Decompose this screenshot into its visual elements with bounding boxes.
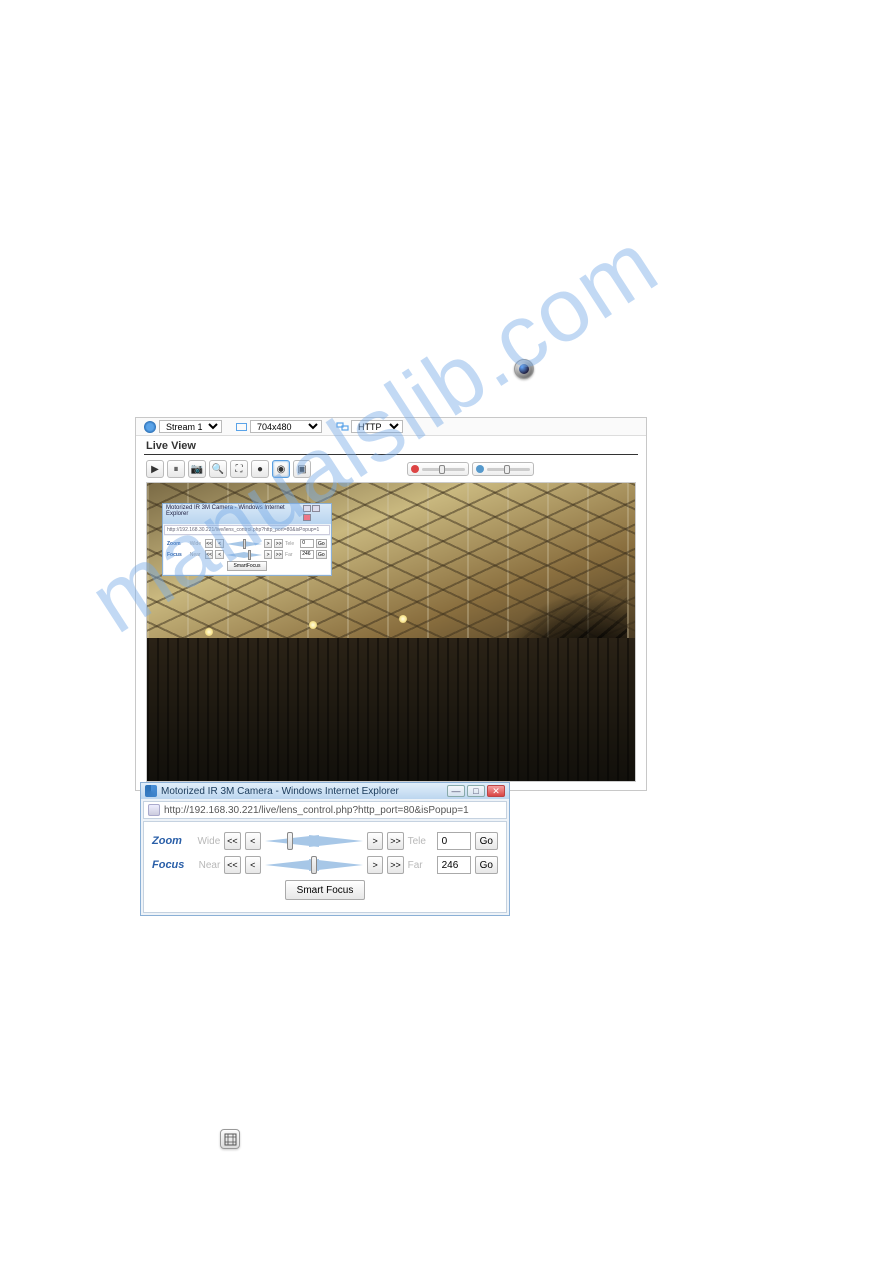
staircase-graphic: [447, 563, 627, 773]
mini-focus-slider[interactable]: [226, 551, 262, 559]
speaker-icon: [411, 465, 419, 473]
focus-slider[interactable]: [265, 857, 363, 873]
play-button[interactable]: ▶: [146, 460, 164, 478]
fit-to-window-icon: [220, 1129, 240, 1149]
mini-focus-in[interactable]: >: [264, 550, 273, 559]
mini-title-text: Motorized IR 3M Camera - Windows Interne…: [166, 505, 302, 523]
divider: [144, 454, 638, 455]
window-controls: — □ ✕: [447, 785, 505, 797]
mini-body: Zoom Wide << < > >> Tele 0 Go Focus Near…: [164, 536, 330, 574]
lamp-graphic: [309, 621, 317, 629]
protocol-icon: [336, 421, 348, 433]
ie-icon: [145, 785, 157, 797]
zoom-in-button[interactable]: >: [367, 832, 383, 850]
mini-zoom-out-fast[interactable]: <<: [205, 539, 214, 548]
audio-slider[interactable]: [407, 462, 469, 476]
stream-select[interactable]: Stream 1: [159, 420, 222, 433]
mini-focus-go[interactable]: Go: [316, 550, 327, 559]
far-label: Far: [408, 860, 433, 871]
mic-icon: [476, 465, 484, 473]
live-view-title: Live View: [136, 436, 646, 454]
popup-title-bar: Motorized IR 3M Camera - Windows Interne…: [141, 783, 509, 799]
zoom-slider[interactable]: [265, 833, 363, 849]
lamp-graphic: [205, 628, 213, 636]
mini-near-label: Near: [190, 552, 203, 558]
mini-tele-label: Tele: [285, 541, 298, 547]
fullscreen-button[interactable]: ⛶: [230, 460, 248, 478]
protocol-select[interactable]: HTTP: [351, 420, 403, 433]
mini-window-controls: [302, 505, 328, 523]
lens-control-icon: [514, 359, 534, 379]
lamp-graphic: [399, 615, 407, 623]
mini-focus-label: Focus: [167, 552, 188, 558]
size-group: 704x480: [236, 420, 322, 433]
minimize-button[interactable]: —: [447, 785, 465, 797]
mini-far-label: Far: [285, 552, 298, 558]
focus-out-fast-button[interactable]: <<: [224, 856, 240, 874]
fit-button[interactable]: ▣: [293, 460, 311, 478]
address-bar[interactable]: http://192.168.30.221/live/lens_control.…: [143, 801, 507, 819]
popup-title-text: Motorized IR 3M Camera - Windows Interne…: [161, 786, 443, 797]
mini-zoom-in[interactable]: >: [264, 539, 273, 548]
mini-zoom-in-fast[interactable]: >>: [274, 539, 283, 548]
live-view-panel: Stream 1 704x480 HTTP Live View ▶ ⏸ 📷 🔍 …: [135, 417, 647, 791]
control-bar: ▶ ⏸ 📷 🔍 ⛶ ● ◉ ▣: [136, 458, 646, 482]
popup-body: Zoom Wide << < > >> Tele Go Focus Near <…: [143, 821, 507, 913]
zoom-go-button[interactable]: Go: [475, 832, 498, 850]
zoom-value-input[interactable]: [437, 832, 471, 850]
record-button[interactable]: ●: [251, 460, 269, 478]
protocol-group: HTTP: [336, 420, 403, 433]
mini-smart-focus-button[interactable]: SmartFocus: [227, 561, 267, 571]
mini-url-bar: http://192.168.30.221/live/lens_control.…: [164, 525, 330, 535]
video-feed: Motorized IR 3M Camera - Windows Interne…: [146, 482, 636, 782]
snapshot-button[interactable]: 📷: [188, 460, 206, 478]
pause-button[interactable]: ⏸: [167, 460, 185, 478]
mini-focus-out[interactable]: <: [215, 550, 224, 559]
zoom-button[interactable]: 🔍: [209, 460, 227, 478]
focus-row: Focus Near << < > >> Far Go: [152, 856, 498, 874]
zoom-label: Zoom: [152, 835, 191, 847]
url-text: http://192.168.30.221/live/lens_control.…: [164, 805, 469, 816]
mini-focus-value[interactable]: 246: [300, 550, 313, 559]
mini-zoom-slider[interactable]: [226, 540, 262, 548]
focus-in-fast-button[interactable]: >>: [387, 856, 403, 874]
mini-title-bar: Motorized IR 3M Camera - Windows Interne…: [163, 504, 331, 524]
stream-group: Stream 1: [144, 420, 222, 433]
zoom-out-button[interactable]: <: [245, 832, 261, 850]
smart-focus-button[interactable]: Smart Focus: [285, 880, 365, 900]
tele-label: Tele: [408, 836, 433, 847]
top-toolbar: Stream 1 704x480 HTTP: [136, 418, 646, 436]
mini-zoom-label: Zoom: [167, 541, 188, 547]
lens-control-button[interactable]: ◉: [272, 460, 290, 478]
mini-wide-label: Wide: [190, 541, 203, 547]
lens-control-popup: Motorized IR 3M Camera - Windows Interne…: [140, 782, 510, 916]
stream-icon: [144, 421, 156, 433]
mic-slider[interactable]: [472, 462, 534, 476]
mini-focus-out-fast[interactable]: <<: [205, 550, 214, 559]
mini-zoom-out[interactable]: <: [215, 539, 224, 548]
close-button[interactable]: ✕: [487, 785, 505, 797]
maximize-button[interactable]: □: [467, 785, 485, 797]
focus-label: Focus: [152, 859, 191, 871]
zoom-out-fast-button[interactable]: <<: [224, 832, 240, 850]
zoom-in-fast-button[interactable]: >>: [387, 832, 403, 850]
page-icon: [148, 804, 160, 816]
mini-focus-in-fast[interactable]: >>: [274, 550, 283, 559]
zoom-row: Zoom Wide << < > >> Tele Go: [152, 832, 498, 850]
focus-value-input[interactable]: [437, 856, 471, 874]
focus-in-button[interactable]: >: [367, 856, 383, 874]
near-label: Near: [195, 860, 220, 871]
mini-zoom-value[interactable]: 0: [300, 539, 313, 548]
focus-go-button[interactable]: Go: [475, 856, 498, 874]
wide-label: Wide: [195, 836, 220, 847]
lens-popup-thumbnail: Motorized IR 3M Camera - Windows Interne…: [162, 503, 332, 576]
focus-out-button[interactable]: <: [245, 856, 261, 874]
size-select[interactable]: 704x480: [250, 420, 322, 433]
mini-zoom-go[interactable]: Go: [316, 539, 327, 548]
size-icon: [236, 423, 247, 431]
